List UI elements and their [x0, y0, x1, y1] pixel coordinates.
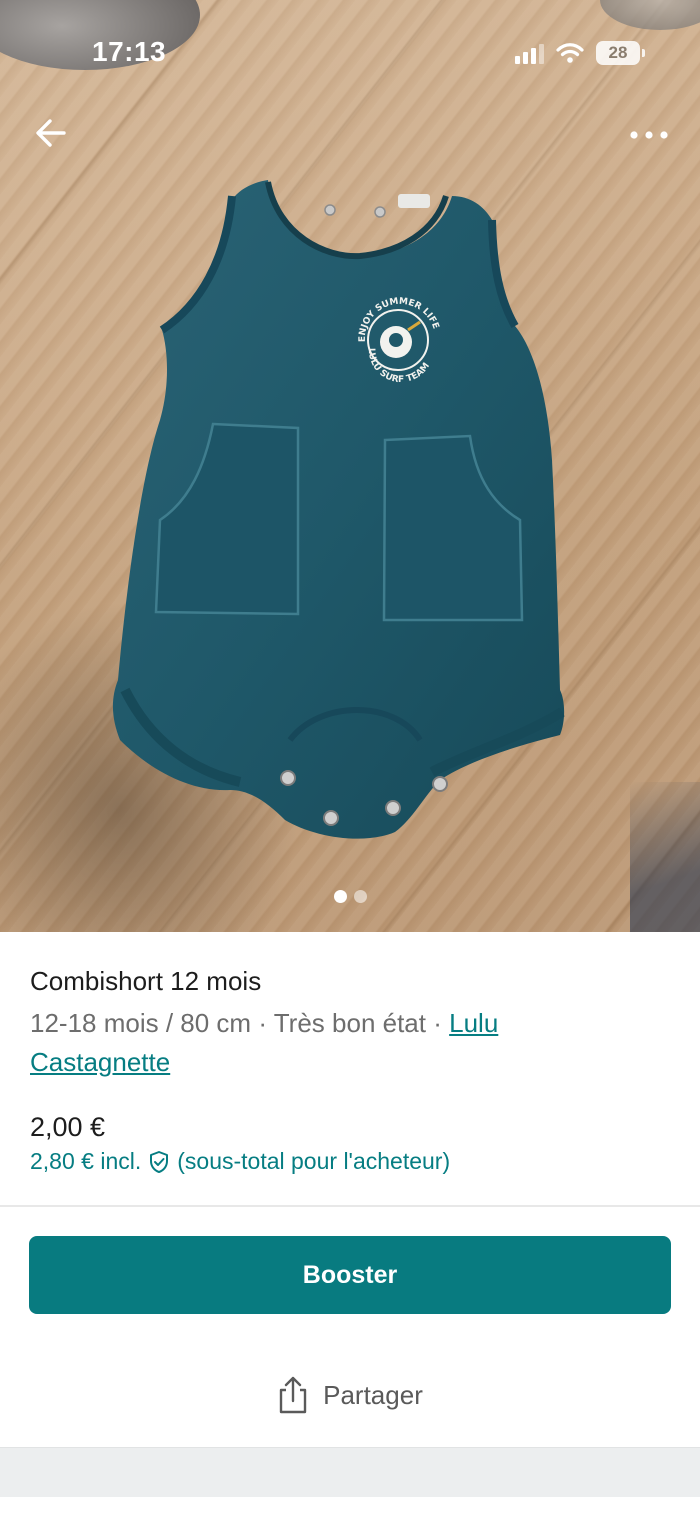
item-title: Combishort 12 mois	[30, 966, 262, 996]
wifi-icon	[556, 43, 584, 63]
status-time: 17:13	[92, 36, 167, 67]
shield-check-icon[interactable]	[147, 1150, 171, 1174]
romper-image	[112, 180, 565, 839]
buyer-price-value[interactable]: 2,80 € incl.	[30, 1148, 141, 1175]
brand-link-part1[interactable]: Lulu	[449, 1008, 498, 1038]
item-actions: Booster Partager	[0, 1207, 700, 1447]
status-icons: 28	[515, 38, 645, 68]
gallery-pagination[interactable]	[0, 890, 700, 903]
item-price: 2,00 €	[30, 1112, 106, 1142]
product-photo[interactable]: ENJOY SUMMER LIFE LULU SURF TEAM	[0, 0, 700, 932]
item-size: 12-18 mois / 80 cm	[30, 1008, 252, 1038]
arrow-left-icon[interactable]	[34, 116, 68, 150]
meta-separator: ·	[433, 1008, 442, 1038]
item-meta: 12-18 mois / 80 cm · Très bon état · Lul…	[30, 1004, 610, 1082]
share-button[interactable]: Partager	[0, 1367, 700, 1423]
buyer-price-note[interactable]: (sous-total pour l'acheteur)	[177, 1148, 450, 1175]
meta-separator: ·	[258, 1008, 267, 1038]
item-condition: Très bon état	[273, 1008, 426, 1038]
item-details: Combishort 12 mois 12-18 mois / 80 cm · …	[0, 932, 700, 1207]
svg-text:LULU SURF TEAM: LULU SURF TEAM	[366, 348, 432, 385]
status-bar: 17:13 28	[0, 0, 700, 100]
gallery-dot[interactable]	[353, 890, 367, 903]
svg-text:ENJOY SUMMER LIFE: ENJOY SUMMER LIFE	[358, 297, 441, 342]
more-horizontal-icon[interactable]	[628, 120, 670, 150]
cellular-signal-icon	[515, 42, 544, 64]
brand-link-part2[interactable]: Castagnette	[30, 1047, 170, 1077]
bottom-bar	[0, 1447, 700, 1497]
booster-button[interactable]: Booster	[29, 1236, 671, 1314]
share-icon[interactable]	[277, 1375, 309, 1415]
gallery-dot[interactable]	[333, 890, 347, 903]
romper-print-lettering: ENJOY SUMMER LIFE LULU SURF TEAM	[358, 297, 441, 385]
buyer-price[interactable]: 2,80 € incl. (sous-total pour l'acheteur…	[30, 1148, 450, 1175]
battery-icon: 28	[596, 41, 645, 65]
share-label[interactable]: Partager	[323, 1380, 423, 1411]
